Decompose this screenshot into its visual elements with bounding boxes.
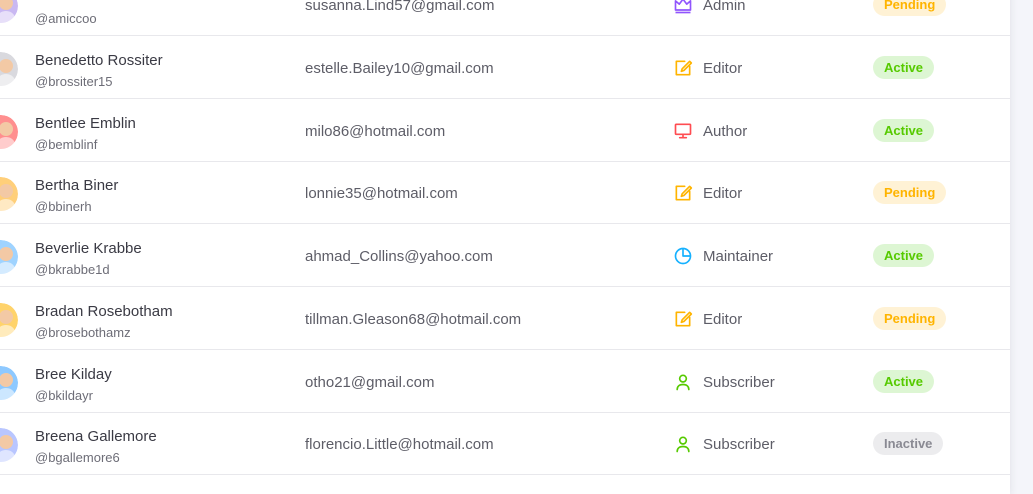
table-row: Benedetto Rossiter @brossiter15 estelle.… (0, 37, 1010, 99)
avatar (0, 52, 18, 86)
user-email: estelle.Bailey10@gmail.com (305, 60, 494, 77)
user-username: @bkildayr (35, 388, 93, 403)
status-badge: Pending (873, 0, 947, 16)
status-badge: Active (873, 244, 935, 267)
user-icon (673, 372, 693, 392)
edit-icon (673, 309, 693, 329)
table-row: Beverlie Krabbe @bkrabbe1d ahmad_Collins… (0, 225, 1010, 287)
user-username: @brossiter15 (35, 74, 113, 89)
avatar (0, 115, 18, 149)
user-role: Subscriber (703, 374, 775, 391)
avatar (0, 303, 18, 337)
user-name[interactable]: Bree Kilday (35, 366, 112, 383)
user-role: Maintainer (703, 248, 774, 265)
user-role: Editor (703, 60, 743, 77)
user-email: susanna.Lind57@gmail.com (305, 0, 495, 14)
status-badge: Active (873, 119, 935, 142)
user-username: @bkrabbe1d (35, 262, 110, 277)
user-role: Admin (703, 0, 746, 14)
user-email: lonnie35@hotmail.com (305, 185, 458, 202)
user-name[interactable]: Bertha Biner (35, 177, 118, 194)
crown-icon (673, 0, 693, 15)
user-name[interactable]: Bradan Rosebotham (35, 303, 173, 320)
status-badge: Active (873, 370, 935, 393)
status-badge: Active (873, 56, 935, 79)
status-badge: Pending (873, 307, 947, 330)
table-row: Bradan Rosebotham @brosebothamz tillman.… (0, 288, 1010, 350)
monitor-icon (673, 121, 693, 141)
user-email: florencio.Little@hotmail.com (305, 436, 494, 453)
user-name[interactable]: Beverlie Krabbe (35, 240, 142, 257)
avatar (0, 177, 18, 211)
avatar (0, 0, 18, 23)
user-username: @amiccoo (35, 11, 97, 26)
user-icon (673, 434, 693, 454)
user-email: milo86@hotmail.com (305, 123, 446, 140)
user-name[interactable]: Breena Gallemore (35, 428, 157, 445)
user-username: @bbinerh (35, 199, 92, 214)
user-name[interactable]: Bentlee Emblin (35, 115, 136, 132)
edit-icon (673, 58, 693, 78)
avatar (0, 240, 18, 274)
user-email: otho21@gmail.com (305, 374, 435, 391)
table-row: @amiccoo susanna.Lind57@gmail.com Admin … (0, 0, 1010, 36)
users-table: @amiccoo susanna.Lind57@gmail.com Admin … (0, 0, 1010, 494)
avatar (0, 428, 18, 462)
status-badge: Pending (873, 181, 947, 204)
user-username: @brosebothamz (35, 325, 131, 340)
edit-icon (673, 183, 693, 203)
pie-chart-icon (673, 246, 693, 266)
table-row: Bertha Biner @bbinerh lonnie35@hotmail.c… (0, 162, 1010, 224)
user-username: @bgallemore6 (35, 450, 120, 465)
user-username: @bemblinf (35, 137, 98, 152)
status-badge: Inactive (873, 432, 944, 455)
user-email: ahmad_Collins@yahoo.com (305, 248, 493, 265)
table-row: Bentlee Emblin @bemblinf milo86@hotmail.… (0, 100, 1010, 162)
user-role: Editor (703, 185, 743, 202)
user-role: Subscriber (703, 436, 775, 453)
table-row: Bree Kilday @bkildayr otho21@gmail.com S… (0, 351, 1010, 413)
user-name[interactable]: Benedetto Rossiter (35, 52, 163, 69)
user-email: tillman.Gleason68@hotmail.com (305, 311, 522, 328)
user-role: Editor (703, 311, 743, 328)
user-role: Author (703, 123, 748, 140)
avatar (0, 366, 18, 400)
